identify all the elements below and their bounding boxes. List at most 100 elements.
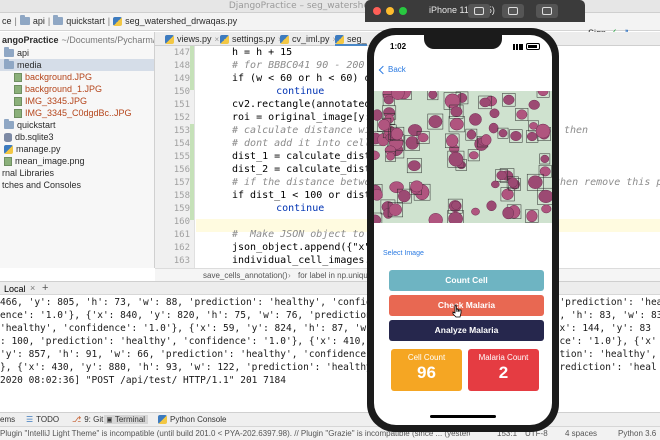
close-window-button[interactable]	[373, 7, 381, 15]
blood-cell	[451, 200, 461, 210]
blood-cell	[516, 109, 528, 120]
code-breadcrumb-function[interactable]: save_cells_annotation()	[203, 271, 288, 280]
tree-item-external-libraries[interactable]: rnal Libraries	[2, 167, 54, 179]
close-icon[interactable]: ×	[215, 35, 220, 44]
tree-item-label: quickstart	[17, 120, 56, 130]
add-terminal-icon[interactable]: +	[42, 282, 48, 294]
tree-item-label: rnal Libraries	[2, 168, 55, 178]
breadcrumb-api[interactable]: api	[33, 16, 45, 26]
python-file-icon	[113, 16, 123, 26]
blood-cell	[526, 210, 538, 223]
tree-item-manage[interactable]: manage.py	[4, 143, 61, 155]
terminal-tab-local[interactable]: Local	[4, 284, 26, 294]
blood-cell	[378, 119, 391, 131]
breadcrumb-file[interactable]: seg_watershed_drwaqas.py	[125, 16, 237, 26]
blood-cell	[540, 154, 550, 163]
project-root-label: angoPractice	[2, 35, 59, 45]
terminal-line-overflow: 'prediction': 'heal	[548, 362, 657, 373]
screenshot-button[interactable]	[468, 4, 490, 18]
simulator-toolbar: iPhone 11 (13.5)	[365, 0, 585, 22]
tree-item-label: db.sqlite3	[15, 132, 54, 142]
line-number: 163	[173, 256, 190, 266]
code-line: h = h + 15	[232, 47, 293, 58]
terminal-line-overflow: 18, 'h': 83, 'w': 83	[548, 310, 660, 321]
home-indicator[interactable]	[430, 415, 496, 418]
tree-item-background-1[interactable]: background_1.JPG	[14, 83, 102, 95]
tab-label: views.py	[177, 34, 212, 44]
iphone-frame: 1:02 Back Select Image Count Cell Check …	[367, 28, 559, 432]
project-panel: angoPractice ~/Documents/Pycharm/Djan ap…	[0, 32, 155, 268]
tool-label: Terminal	[114, 415, 146, 424]
tool-python-console[interactable]: Python Console	[158, 415, 226, 424]
line-number: 155	[173, 152, 190, 162]
select-image-link[interactable]: Select Image	[383, 250, 424, 257]
code-line: # for BBBC041 90 - 200	[232, 60, 365, 71]
tree-item-api[interactable]: api	[4, 47, 29, 59]
blood-cell	[428, 213, 443, 223]
line-number: 158	[173, 191, 190, 201]
battery-icon	[526, 43, 540, 50]
minimize-window-button[interactable]	[386, 7, 394, 15]
tree-item-img-3345-copy[interactable]: IMG_3345_C0dgdBc..JPG	[14, 107, 132, 119]
blood-cell	[541, 204, 552, 214]
line-number: 152	[173, 113, 190, 123]
status-icons	[513, 43, 540, 50]
tree-item-background[interactable]: background.JPG	[14, 71, 92, 83]
rotate-button[interactable]	[536, 4, 558, 18]
check-malaria-button[interactable]: Check Malaria	[389, 295, 544, 316]
blood-cell	[446, 134, 459, 148]
tree-item-quickstart[interactable]: quickstart	[4, 119, 56, 131]
tab-cv-iml[interactable]: cv_iml.py ×	[280, 34, 337, 44]
mouse-pointer-icon	[452, 304, 462, 318]
analyze-malaria-button[interactable]: Analyze Malaria	[389, 320, 544, 341]
image-file-icon	[14, 72, 22, 82]
camera-icon	[474, 7, 484, 15]
line-number: 156	[173, 165, 190, 175]
blood-cell	[498, 129, 508, 138]
project-root-path: ~/Documents/Pycharm/Djan	[61, 35, 154, 45]
breadcrumb-root[interactable]: ce	[2, 16, 12, 26]
blood-cell	[528, 99, 540, 110]
breadcrumb-separator: |	[107, 16, 111, 26]
image-file-icon	[14, 84, 22, 94]
breadcrumb-separator: ›	[288, 271, 291, 280]
tab-seg-watershed[interactable]: seg_	[335, 34, 367, 46]
terminal-header: Local × +	[0, 281, 660, 295]
tree-item-mean-image[interactable]: mean_image.png	[4, 155, 85, 167]
tree-item-media[interactable]: media	[0, 59, 154, 71]
tree-item-label: background_1.JPG	[25, 84, 103, 94]
blood-cell	[468, 151, 479, 160]
malaria-count-card: Malaria Count 2	[468, 349, 539, 391]
tool-problems[interactable]: ems	[0, 415, 15, 424]
blood-cell	[489, 108, 500, 119]
count-cell-button[interactable]: Count Cell	[389, 270, 544, 291]
status-bar: Plugin "IntelliJ Light Theme" is incompa…	[0, 426, 660, 440]
tool-todo[interactable]: ☰ TODO	[26, 415, 59, 424]
code-breadcrumb-loop[interactable]: for label in np.unique	[298, 271, 372, 280]
terminal-output[interactable]: 466, 'y': 805, 'h': 73, 'w': 88, 'predic…	[0, 295, 660, 412]
tree-item-db[interactable]: db.sqlite3	[4, 131, 54, 143]
git-branch-icon: ⎇	[72, 415, 82, 424]
tree-item-scratches[interactable]: tches and Consoles	[2, 179, 81, 191]
project-root[interactable]: angoPractice ~/Documents/Pycharm/Djan	[2, 34, 154, 46]
tool-git[interactable]: ⎇ 9: Git	[72, 415, 103, 424]
tool-terminal[interactable]: ▣ Terminal	[104, 415, 149, 424]
tab-label: settings.py	[232, 34, 276, 44]
indent-setting[interactable]: 4 spaces	[565, 429, 597, 438]
back-button[interactable]: Back	[378, 65, 406, 74]
screen-root: DjangoPractice – seg_watershed_drwaqas.p…	[0, 0, 660, 440]
blood-cell	[486, 200, 497, 212]
close-icon[interactable]: ×	[30, 283, 35, 293]
tab-views[interactable]: views.py ×	[165, 34, 219, 44]
blood-cell	[488, 122, 499, 134]
python-file-icon	[4, 144, 13, 154]
home-button[interactable]	[502, 4, 524, 18]
breadcrumb-quickstart[interactable]: quickstart	[66, 16, 105, 26]
zoom-window-button[interactable]	[399, 7, 407, 15]
tab-settings[interactable]: settings.py ×	[220, 34, 283, 44]
tree-item-label: tches and Consoles	[2, 180, 82, 190]
python-interpreter[interactable]: Python 3.6	[618, 429, 656, 438]
rotate-icon	[542, 7, 552, 15]
tool-label: Python Console	[170, 415, 227, 424]
tree-item-img-3345[interactable]: IMG_3345.JPG	[14, 95, 87, 107]
